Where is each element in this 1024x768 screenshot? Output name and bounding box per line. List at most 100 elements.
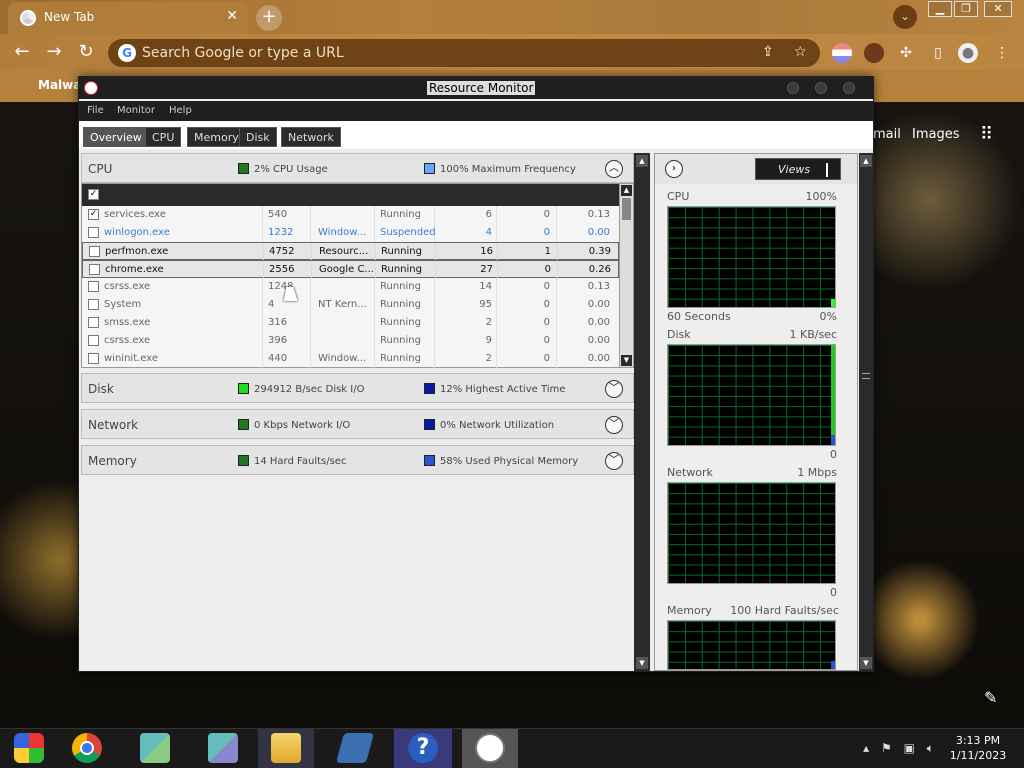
process-row[interactable]: winlogon.exe 1232 Window... Suspended 4 0 0.00 — [82, 224, 619, 242]
customize-pencil-icon[interactable]: ✎ — [984, 688, 997, 707]
tab-close-icon[interactable]: ✕ — [226, 8, 238, 24]
process-checkbox[interactable] — [88, 335, 99, 346]
tab-network[interactable]: Network — [281, 127, 341, 147]
process-status: Running — [381, 264, 422, 275]
disk-section-header[interactable]: Disk 294912 B/sec Disk I/O 12% Highest A… — [81, 373, 634, 403]
process-row[interactable]: wininit.exe 440 Window... Running 2 0 0.00 — [82, 350, 619, 368]
process-checkbox[interactable] — [88, 281, 99, 292]
scroll-up-icon[interactable]: ▲ — [860, 155, 872, 167]
bookmark-star-icon[interactable]: ☆ — [794, 44, 807, 60]
new-tab-button[interactable]: + — [256, 5, 282, 31]
tab-search-icon[interactable]: ⌄ — [893, 5, 917, 29]
back-icon[interactable]: ← — [10, 40, 34, 64]
column-divider — [374, 296, 375, 314]
rm-close-icon[interactable] — [843, 82, 855, 94]
memory-graph-bar — [831, 661, 835, 669]
help-question-icon: ? — [408, 733, 438, 763]
cpu-table-header[interactable]: ✓ — [82, 184, 619, 206]
collapse-graphs-icon[interactable]: › — [665, 160, 683, 178]
process-checkbox[interactable] — [88, 317, 99, 328]
ntp-gmail-link[interactable]: mail — [873, 127, 901, 142]
process-row[interactable]: ✓ services.exe 540 Running 6 0 0.13 — [82, 206, 619, 224]
scroll-down-icon[interactable]: ▼ — [860, 657, 872, 669]
process-pid: 316 — [268, 317, 288, 328]
taskbar-clock[interactable]: 3:13 PM 1/11/2023 — [946, 733, 1010, 763]
scroll-up-icon[interactable]: ▲ — [621, 185, 632, 196]
network-section-header[interactable]: Network 0 Kbps Network I/O 0% Network Ut… — [81, 409, 634, 439]
process-avg: 0.00 — [587, 335, 610, 346]
tab-disk[interactable]: Disk — [239, 127, 277, 147]
network-expand-icon[interactable]: ﹀ — [605, 416, 623, 434]
process-desc: Resourc... — [319, 246, 369, 257]
network-tray-icon[interactable]: ▣ — [904, 741, 915, 755]
process-row[interactable]: System 4 NT Kern... Running 95 0 0.00 — [82, 296, 619, 314]
side-panel-icon[interactable]: ▯ — [928, 43, 948, 63]
menu-help[interactable]: Help — [169, 105, 192, 116]
disk-expand-icon[interactable]: ﹀ — [605, 380, 623, 398]
process-row[interactable]: csrss.exe 1248 Running 14 0 0.13 — [82, 278, 619, 296]
process-checkbox[interactable] — [89, 246, 100, 257]
ntp-images-link[interactable]: Images — [912, 127, 960, 142]
reload-icon[interactable]: ↻ — [74, 40, 98, 64]
process-checkbox[interactable]: ✓ — [88, 209, 99, 220]
google-apps-icon[interactable]: ⠿ — [980, 124, 993, 145]
left-panel-scrollbar[interactable]: ▲ ▼ — [634, 153, 650, 671]
taskbar-remote-desktop[interactable] — [194, 729, 252, 768]
tab-memory[interactable]: Memory — [187, 127, 246, 147]
omnibox-input[interactable] — [142, 43, 742, 63]
taskbar-start-button[interactable] — [0, 729, 58, 768]
process-cpu: 0 — [543, 335, 550, 346]
cpu-section-header[interactable]: CPU 2% CPU Usage 100% Maximum Frequency … — [81, 153, 634, 183]
cpu-table-scrollbar[interactable]: ▲ ▼ — [619, 184, 633, 367]
profile-avatar-icon[interactable]: ● — [958, 43, 978, 63]
taskbar-chrome[interactable] — [58, 729, 116, 768]
process-cpu: 0 — [543, 317, 550, 328]
taskbar-app-window[interactable] — [326, 729, 384, 768]
action-center-flag-icon[interactable]: ⚑ — [881, 741, 892, 755]
select-all-checkbox[interactable]: ✓ — [88, 189, 99, 200]
scroll-down-icon[interactable]: ▼ — [621, 355, 632, 366]
forward-icon[interactable]: → — [42, 40, 66, 64]
cpu-collapse-icon[interactable]: ︿ — [605, 160, 623, 178]
memory-expand-icon[interactable]: ﹀ — [605, 452, 623, 470]
browser-tab[interactable]: New Tab ✕ — [8, 2, 248, 34]
scroll-grip-icon[interactable] — [862, 373, 870, 379]
process-checkbox[interactable] — [88, 353, 99, 364]
omnibox[interactable]: G ⇪ ☆ — [108, 39, 820, 67]
tab-overview[interactable]: Overview — [83, 127, 149, 147]
taskbar-resource-monitor[interactable] — [462, 729, 518, 768]
restore-icon[interactable]: ❐ — [954, 1, 978, 17]
minimize-icon[interactable]: ▁ — [928, 1, 952, 17]
scroll-down-icon[interactable]: ▼ — [636, 657, 648, 669]
process-row[interactable]: smss.exe 316 Running 2 0 0.00 — [82, 314, 619, 332]
scroll-thumb[interactable] — [622, 198, 631, 220]
process-row[interactable]: perfmon.exe 4752 Resourc... Running 16 1 0.39 — [82, 242, 619, 261]
taskbar-network-setup[interactable] — [126, 729, 184, 768]
memory-section-header[interactable]: Memory 14 Hard Faults/sec 58% Used Physi… — [81, 445, 634, 475]
process-row[interactable]: chrome.exe 2556 Google C... Running 27 0 0.26 — [82, 260, 619, 279]
rm-titlebar[interactable]: Resource Monitor — [79, 77, 873, 99]
menu-monitor[interactable]: Monitor — [117, 105, 155, 116]
tray-overflow-icon[interactable]: ▴ — [863, 741, 869, 755]
taskbar-help[interactable]: ? — [394, 729, 452, 768]
taskbar-file-explorer[interactable] — [258, 729, 314, 768]
extensions-puzzle-icon[interactable]: ✣ — [896, 43, 916, 63]
process-name: winlogon.exe — [104, 227, 170, 238]
graphs-scrollbar[interactable]: ▲ ▼ — [859, 153, 873, 671]
volume-icon[interactable]: 🔈︎ — [927, 741, 934, 755]
views-button[interactable]: Views — [755, 158, 841, 180]
process-row[interactable]: csrss.exe 396 Running 9 0 0.00 — [82, 332, 619, 350]
rm-minimize-icon[interactable] — [787, 82, 799, 94]
profile-extension-icon[interactable] — [864, 43, 884, 63]
tab-cpu[interactable]: CPU — [145, 127, 182, 147]
process-checkbox[interactable] — [88, 227, 99, 238]
menu-file[interactable]: File — [87, 105, 104, 116]
close-window-icon[interactable]: ✕ — [984, 1, 1012, 17]
scroll-up-icon[interactable]: ▲ — [636, 155, 648, 167]
share-icon[interactable]: ⇪ — [762, 44, 774, 60]
menu-kebab-icon[interactable]: ⋮ — [992, 43, 1012, 63]
process-checkbox[interactable] — [89, 264, 100, 275]
process-checkbox[interactable] — [88, 299, 99, 310]
extension-flag-icon[interactable] — [832, 43, 852, 63]
rm-maximize-icon[interactable] — [815, 82, 827, 94]
